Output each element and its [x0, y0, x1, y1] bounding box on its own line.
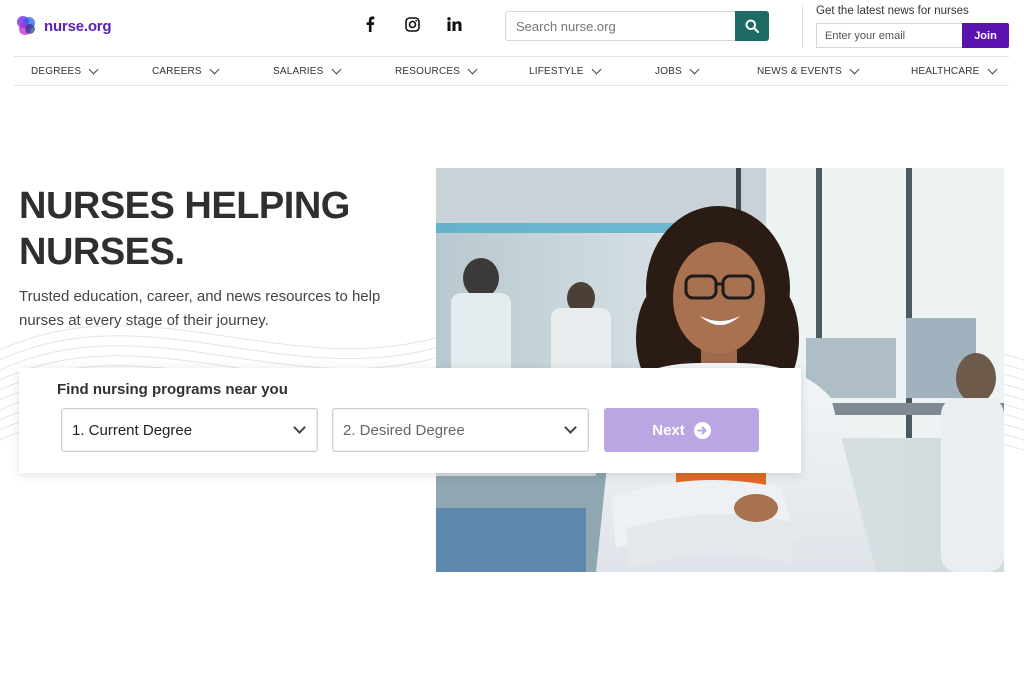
- finder-title: Find nursing programs near you: [57, 381, 288, 398]
- hero-title: NURSES HELPING NURSES.: [19, 183, 379, 275]
- join-button[interactable]: Join: [962, 23, 1009, 48]
- site-search: [505, 11, 769, 41]
- social-links: [362, 16, 462, 32]
- chevron-down-icon: [987, 64, 997, 75]
- main-nav: DEGREES CAREERS SALARIES RESOURCES LIFES…: [14, 56, 1009, 86]
- next-button[interactable]: Next: [604, 408, 759, 452]
- hero-title-line1: NURSES HELPING: [19, 185, 350, 227]
- current-degree-value: 1. Current Degree: [72, 421, 193, 439]
- search-input[interactable]: [505, 11, 735, 41]
- nav-healthcare[interactable]: HEALTHCARE: [911, 64, 997, 77]
- chevron-down-icon: [88, 64, 99, 75]
- nav-label: JOBS: [655, 66, 682, 77]
- linkedin-icon[interactable]: [446, 16, 462, 32]
- chevron-down-icon: [293, 421, 306, 434]
- newsletter-title: Get the latest news for nurses: [816, 5, 969, 17]
- newsletter-signup: Get the latest news for nurses Join: [816, 5, 1009, 48]
- nav-lifestyle[interactable]: LIFESTYLE: [529, 64, 602, 77]
- chevron-down-icon: [564, 421, 577, 434]
- chevron-down-icon: [331, 64, 341, 75]
- nav-label: SALARIES: [273, 66, 324, 77]
- chevron-down-icon: [689, 64, 700, 75]
- hero-subtitle: Trusted education, career, and news reso…: [19, 288, 381, 329]
- instagram-icon[interactable]: [404, 16, 420, 32]
- logo[interactable]: nurse.org: [14, 14, 112, 38]
- arrow-right-icon: [693, 421, 711, 439]
- search-button[interactable]: [735, 11, 769, 41]
- nav-label: RESOURCES: [395, 66, 461, 77]
- chevron-down-icon: [591, 64, 602, 75]
- program-finder: Find nursing programs near you 1. Curren…: [19, 368, 801, 473]
- nav-degrees[interactable]: DEGREES: [31, 64, 99, 77]
- next-label: Next: [652, 421, 685, 439]
- desired-degree-value: 2. Desired Degree: [343, 421, 465, 439]
- nav-jobs[interactable]: JOBS: [655, 64, 700, 77]
- email-field[interactable]: [816, 23, 962, 48]
- nav-label: DEGREES: [31, 66, 82, 77]
- nav-resources[interactable]: RESOURCES: [395, 64, 478, 77]
- facebook-icon[interactable]: [362, 16, 378, 32]
- nav-label: HEALTHCARE: [911, 66, 980, 77]
- nav-label: CAREERS: [152, 66, 202, 77]
- chevron-down-icon: [849, 64, 860, 75]
- search-icon: [745, 19, 759, 33]
- nav-news-events[interactable]: NEWS & EVENTS: [757, 64, 860, 77]
- hero-title-line2: NURSES.: [19, 231, 185, 273]
- nav-label: LIFESTYLE: [529, 66, 584, 77]
- logo-icon: [17, 16, 35, 35]
- desired-degree-select[interactable]: 2. Desired Degree: [332, 408, 589, 452]
- header-divider: [802, 6, 803, 48]
- nav-careers[interactable]: CAREERS: [152, 64, 220, 77]
- chevron-down-icon: [467, 64, 478, 75]
- site-header: nurse.org Get the latest news for nurses…: [0, 0, 1024, 56]
- nav-label: NEWS & EVENTS: [757, 66, 842, 77]
- current-degree-select[interactable]: 1. Current Degree: [61, 408, 318, 452]
- logo-text: nurse.org: [44, 17, 112, 35]
- nav-salaries[interactable]: SALARIES: [273, 64, 341, 77]
- chevron-down-icon: [209, 64, 220, 75]
